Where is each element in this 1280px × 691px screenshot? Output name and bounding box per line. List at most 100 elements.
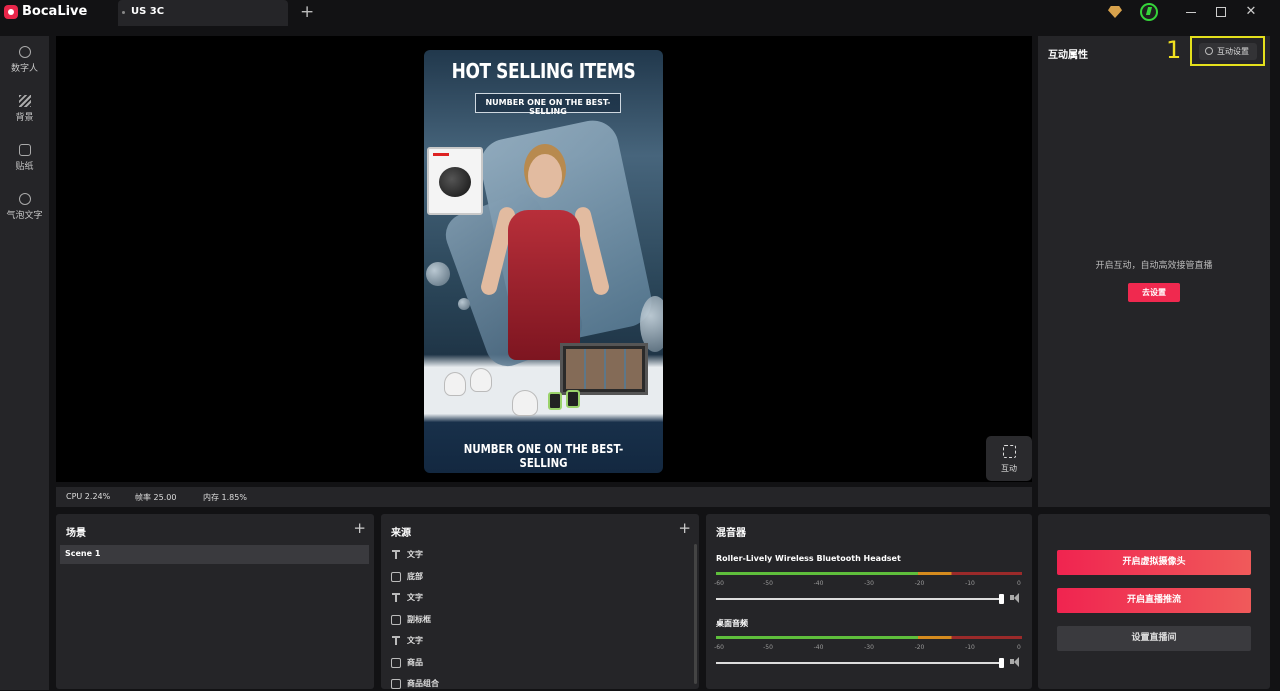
source-item-label: 文字 <box>407 593 423 602</box>
meter-tick: -40 <box>813 580 824 587</box>
source-item-label: 商品 <box>407 658 423 667</box>
interact-label: 互动 <box>1001 464 1017 473</box>
source-item[interactable]: 副标框 <box>391 612 691 630</box>
sources-panel: 来源 + 文字 底部 文字 副标框 文字 商品 商品组合 <box>381 514 699 689</box>
volume-slider-knob[interactable] <box>999 658 1004 668</box>
source-item[interactable]: 底部 <box>391 569 691 587</box>
title-bar: BocaLive US 3C + ✕ <box>0 0 1280 26</box>
bubble-graphic <box>458 298 470 310</box>
add-source-button[interactable]: + <box>678 519 691 537</box>
source-item-label: 底部 <box>407 572 423 581</box>
start-stream-button[interactable]: 开启直播推流 <box>1057 588 1251 613</box>
source-item[interactable]: 商品 <box>391 655 691 673</box>
vip-diamond-icon[interactable] <box>1108 6 1122 18</box>
background-icon <box>18 95 31 107</box>
scenes-panel: 场景 + Scene 1 <box>56 514 374 689</box>
sidebar-item-sticker[interactable]: 贴纸 <box>0 144 49 184</box>
canvas-title: HOT SELLING ITEMS <box>451 59 636 83</box>
source-item[interactable]: 文字 <box>391 590 691 608</box>
status-bar: CPU 2.24% 帧率 25.00 内存 1.85% <box>56 487 1032 507</box>
image-icon <box>391 615 401 625</box>
product-card <box>427 147 483 215</box>
sources-title: 来源 <box>391 528 411 539</box>
new-tab-button[interactable]: + <box>300 2 314 22</box>
text-icon <box>391 636 401 646</box>
volume-slider[interactable] <box>716 594 1004 604</box>
meter-ticks: -60 -50 -40 -30 -20 -10 0 <box>714 644 1022 654</box>
source-item[interactable]: 文字 <box>391 633 691 651</box>
watch-graphic <box>548 392 562 410</box>
sidebar-item-label: 背景 <box>15 113 34 123</box>
image-icon <box>391 572 401 582</box>
mixer-channel-name: Roller-Lively Wireless Bluetooth Headset <box>716 554 901 563</box>
interaction-panel: 互动属性 1 互动设置 开启互动，自动高效接管直播 去设置 <box>1038 36 1270 507</box>
power-status-icon[interactable] <box>1140 3 1158 21</box>
robot-graphic <box>444 372 466 396</box>
left-sidebar: 数字人 背景 贴纸 气泡文字 <box>0 36 49 690</box>
meter-tick: -10 <box>965 644 975 651</box>
close-button[interactable]: ✕ <box>1236 0 1266 24</box>
meter-tick: -10 <box>965 580 975 587</box>
app-name: BocaLive <box>22 4 88 19</box>
image-icon <box>391 679 401 689</box>
audio-level-meter <box>716 572 1022 575</box>
sidebar-item-digital-human[interactable]: 数字人 <box>0 46 49 86</box>
interact-icon <box>1002 445 1016 458</box>
interaction-settings-label: 互动设置 <box>1217 47 1249 56</box>
scenes-title: 场景 <box>66 528 86 539</box>
robot-graphic <box>470 368 492 392</box>
canvas-subtitle-box: NUMBER ONE ON THE BEST-SELLING <box>475 93 621 116</box>
virtual-camera-button[interactable]: 开启虚拟摄像头 <box>1057 550 1251 575</box>
meter-tick: -50 <box>763 644 773 651</box>
tab-dot-icon <box>122 11 125 14</box>
text-icon <box>391 593 401 603</box>
audio-level-meter <box>716 636 1022 639</box>
meter-tick: -40 <box>813 644 824 651</box>
mixer-panel: 混音器 Roller-Lively Wireless Bluetooth Hea… <box>706 514 1032 689</box>
volume-slider-knob[interactable] <box>999 594 1004 604</box>
sidebar-item-label: 数字人 <box>10 64 38 74</box>
sidebar-item-label: 气泡文字 <box>6 211 43 221</box>
source-item[interactable]: 文字 <box>391 547 691 565</box>
highlight-box: 互动设置 <box>1190 36 1265 66</box>
panel-title: 互动属性 <box>1048 50 1088 61</box>
sidebar-item-background[interactable]: 背景 <box>0 95 49 135</box>
meter-ticks: -60 -50 -40 -30 -20 -10 0 <box>714 580 1022 590</box>
volume-slider[interactable] <box>716 658 1004 668</box>
preview-area: HOT SELLING ITEMS NUMBER ONE ON THE BEST… <box>56 36 1032 482</box>
interaction-message: 开启互动，自动高效接管直播 <box>1095 261 1213 271</box>
sidebar-item-bubble-text[interactable]: 气泡文字 <box>0 193 49 233</box>
go-settings-button[interactable]: 去设置 <box>1128 283 1180 302</box>
sources-scrollbar[interactable] <box>694 544 697 684</box>
meter-tick: -30 <box>864 580 874 587</box>
minimize-button[interactable] <box>1176 0 1206 24</box>
stream-actions-panel: 开启虚拟摄像头 开启直播推流 设置直播间 <box>1038 514 1270 689</box>
canvas-subtitle: NUMBER ONE ON THE BEST-SELLING <box>485 98 611 116</box>
bubble-text-icon <box>18 193 31 205</box>
memory-status: 内存 1.85% <box>203 493 247 502</box>
bocalive-logo-icon <box>4 5 18 19</box>
text-icon <box>391 550 401 560</box>
mixer-channel-name: 桌面音频 <box>716 619 748 628</box>
cpu-status: CPU 2.24% <box>66 492 111 501</box>
maximize-button[interactable] <box>1206 0 1236 24</box>
speaker-icon[interactable] <box>1010 657 1022 667</box>
canvas-bottom-text: NUMBER ONE ON THE BEST-SELLING <box>463 442 624 470</box>
meter-tick: -60 <box>714 644 724 651</box>
source-item-label: 文字 <box>407 550 423 559</box>
live-canvas[interactable]: HOT SELLING ITEMS NUMBER ONE ON THE BEST… <box>424 50 663 473</box>
add-scene-button[interactable]: + <box>353 519 366 537</box>
tab-us3c[interactable]: US 3C <box>118 0 288 26</box>
meter-tick: -20 <box>914 644 925 651</box>
scene-item[interactable]: Scene 1 <box>60 545 369 564</box>
source-item[interactable]: 商品组合 <box>391 676 691 689</box>
step-annotation: 1 <box>1166 36 1182 64</box>
laptop-graphic <box>560 343 648 395</box>
source-item-label: 商品组合 <box>407 679 439 688</box>
speaker-icon[interactable] <box>1010 593 1022 603</box>
settings-gear-icon <box>1205 47 1213 55</box>
interact-button[interactable]: 互动 <box>986 436 1032 481</box>
interaction-settings-button[interactable]: 互动设置 <box>1199 43 1257 60</box>
room-settings-button[interactable]: 设置直播间 <box>1057 626 1251 651</box>
meter-tick: -30 <box>864 644 874 651</box>
